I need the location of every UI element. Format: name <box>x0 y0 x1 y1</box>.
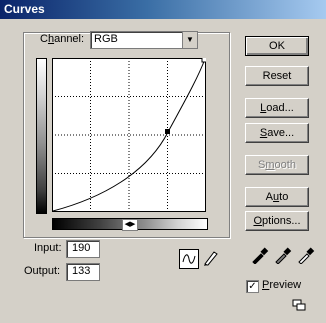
curve-icon[interactable] <box>179 249 199 269</box>
curve-point-active <box>165 129 170 134</box>
preview-label: Preview <box>262 279 302 291</box>
save-button[interactable]: Save... <box>245 123 309 143</box>
eyedropper-black-icon[interactable] <box>251 246 269 265</box>
eyedropper-white-icon[interactable] <box>297 246 315 265</box>
input-label: Input: <box>34 242 62 254</box>
ok-button[interactable]: OK <box>245 36 309 56</box>
smooth-button[interactable]: Smooth <box>245 155 309 175</box>
channel-select[interactable]: RGB ▼ <box>90 31 198 49</box>
preview-checkbox[interactable]: ✓ <box>246 280 259 293</box>
swap-arrows-icon[interactable]: ◀▶ <box>122 219 138 231</box>
graph-frame <box>52 58 206 212</box>
options-button[interactable]: Options... <box>245 211 309 231</box>
title-bar[interactable]: Curves <box>0 0 326 19</box>
curves-dialog: Curves Channel: RGB ▼ ◀▶ Input: 190 Outp… <box>0 0 326 323</box>
resize-icon[interactable] <box>292 299 306 311</box>
input-value: 190 <box>72 242 91 254</box>
curve-point-white <box>201 58 206 63</box>
chevron-down-icon[interactable]: ▼ <box>182 32 197 48</box>
curve-graph[interactable] <box>52 58 206 212</box>
eyedropper-gray-icon[interactable] <box>274 246 292 265</box>
channel-label: Channel: <box>40 33 85 45</box>
output-gradient-bar <box>36 58 47 214</box>
window-title: Curves <box>4 2 45 16</box>
output-label: Output: <box>24 265 61 277</box>
channel-value: RGB <box>94 33 118 45</box>
output-field[interactable]: 133 <box>66 263 100 281</box>
output-value: 133 <box>72 265 91 277</box>
reset-button[interactable]: Reset <box>245 66 309 86</box>
auto-button[interactable]: Auto <box>245 187 309 207</box>
load-button[interactable]: Load... <box>245 98 309 118</box>
input-field[interactable]: 190 <box>66 240 100 258</box>
pencil-icon[interactable] <box>202 249 220 267</box>
